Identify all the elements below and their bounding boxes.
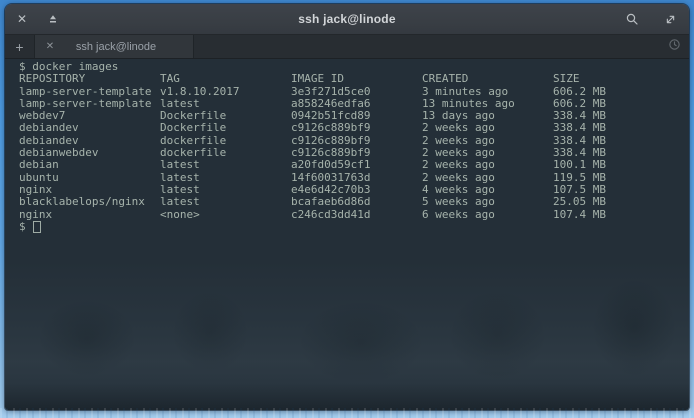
terminal-window: ✕ ssh jack@linode + xyxy=(5,4,689,410)
fullscreen-button[interactable] xyxy=(659,8,681,30)
cell-repository: debian xyxy=(19,159,160,171)
column-header-size: SIZE xyxy=(553,73,689,85)
cell-image-id: bcafaeb6d86d xyxy=(291,196,422,208)
eject-icon xyxy=(47,13,59,25)
tabbar-spacer xyxy=(194,35,659,58)
cell-image-id: c9126c889bf9 xyxy=(291,122,422,134)
terminal-output[interactable]: $ docker images REPOSITORY TAG IMAGE ID … xyxy=(5,59,689,410)
search-icon xyxy=(625,12,639,26)
prompt-line: $ xyxy=(19,221,689,233)
close-icon: ✕ xyxy=(46,41,54,52)
window-title: ssh jack@linode xyxy=(5,12,689,26)
new-tab-button[interactable]: + xyxy=(5,35,35,58)
table-row: blacklabelops/nginx latest bcafaeb6d86d … xyxy=(19,196,689,208)
cell-image-id: c246cd3dd41d xyxy=(291,209,422,221)
cell-size: 338.4 MB xyxy=(553,122,689,134)
plus-icon: + xyxy=(15,39,23,55)
titlebar[interactable]: ✕ ssh jack@linode xyxy=(5,4,689,35)
cell-created: 6 weeks ago xyxy=(422,209,553,221)
table-row: debiandev Dockerfile c9126c889bf9 2 week… xyxy=(19,122,689,134)
command-line: $ docker images xyxy=(19,61,689,73)
column-header-repository: REPOSITORY xyxy=(19,73,160,85)
close-icon: ✕ xyxy=(17,12,27,26)
cell-repository: debiandev xyxy=(19,122,160,134)
cell-repository: nginx xyxy=(19,209,160,221)
cell-tag: Dockerfile xyxy=(160,122,291,134)
table-row: nginx <none> c246cd3dd41d 6 weeks ago 10… xyxy=(19,209,689,221)
tab-close-button[interactable]: ✕ xyxy=(43,41,57,52)
search-button[interactable] xyxy=(621,8,643,30)
cell-repository: blacklabelops/nginx xyxy=(19,196,160,208)
cell-tag: latest xyxy=(160,196,291,208)
table-row: debian latest a20fd0d59cf1 2 weeks ago 1… xyxy=(19,159,689,171)
cell-image-id: a20fd0d59cf1 xyxy=(291,159,422,171)
column-header-created: CREATED xyxy=(422,73,553,85)
cell-size: 100.1 MB xyxy=(553,159,689,171)
column-header-tag: TAG xyxy=(160,73,291,85)
table-header-row: REPOSITORY TAG IMAGE ID CREATED SIZE xyxy=(19,73,689,85)
eject-button[interactable] xyxy=(42,8,64,30)
fullscreen-icon xyxy=(664,13,677,26)
tabbar: + ✕ ssh jack@linode xyxy=(5,35,689,59)
tab-ssh-session[interactable]: ✕ ssh jack@linode xyxy=(35,35,194,58)
cell-size: 25.05 MB xyxy=(553,196,689,208)
tab-title: ssh jack@linode xyxy=(57,41,185,53)
cell-size: 107.4 MB xyxy=(553,209,689,221)
cell-created: 2 weeks ago xyxy=(422,122,553,134)
column-header-image-id: IMAGE ID xyxy=(291,73,422,85)
cell-created: 5 weeks ago xyxy=(422,196,553,208)
image-table: lamp-server-template v1.8.10.2017 3e3f27… xyxy=(19,86,689,221)
cell-tag: <none> xyxy=(160,209,291,221)
wallpaper-bleed-through xyxy=(5,260,689,410)
history-button[interactable] xyxy=(659,35,689,58)
window-close-button[interactable]: ✕ xyxy=(11,8,33,30)
clock-icon xyxy=(668,38,681,56)
terminal-cursor xyxy=(33,221,41,233)
shell-prompt: $ xyxy=(19,221,26,233)
cell-tag: latest xyxy=(160,159,291,171)
cell-created: 2 weeks ago xyxy=(422,159,553,171)
